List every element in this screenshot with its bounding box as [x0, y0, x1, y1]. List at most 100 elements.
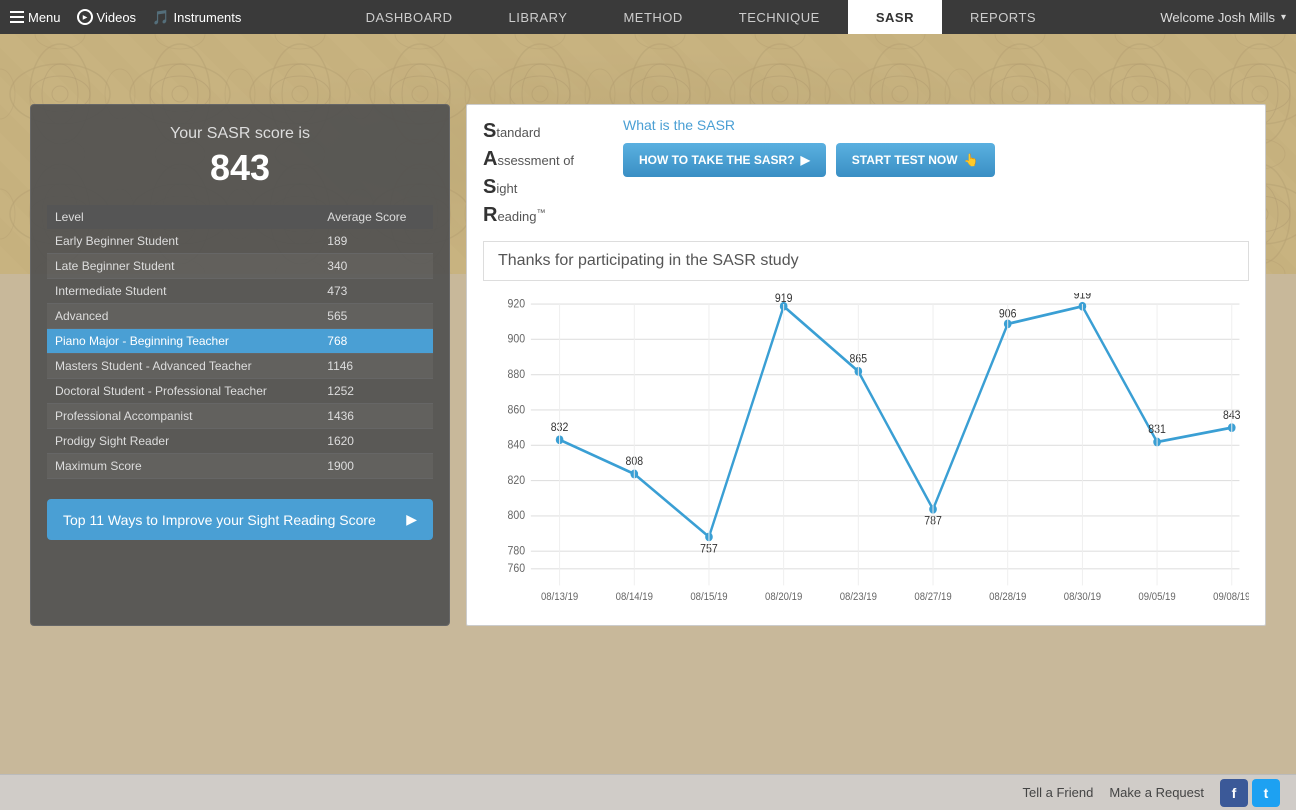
score-table: Level Average Score Early Beginner Stude…: [47, 205, 433, 479]
hamburger-icon: [10, 11, 24, 23]
col-score: Average Score: [319, 205, 433, 229]
menu-label: Menu: [28, 10, 61, 25]
score-cell: 1252: [319, 379, 433, 404]
svg-text:09/05/19: 09/05/19: [1138, 591, 1176, 603]
svg-text:900: 900: [508, 333, 526, 346]
svg-text:820: 820: [508, 474, 526, 487]
table-row: Early Beginner Student189: [47, 229, 433, 254]
nav-method[interactable]: METHOD: [595, 0, 710, 34]
svg-text:919: 919: [1074, 293, 1092, 302]
play-icon: ▶: [801, 153, 810, 167]
level-cell: Advanced: [47, 304, 319, 329]
svg-text:09/08/19: 09/08/19: [1213, 591, 1249, 603]
nav-right: Welcome Josh Mills ▾: [1160, 10, 1286, 25]
improve-button[interactable]: Top 11 Ways to Improve your Sight Readin…: [47, 499, 433, 540]
score-cell: 1620: [319, 429, 433, 454]
level-cell: Intermediate Student: [47, 279, 319, 304]
twitter-button[interactable]: t: [1252, 779, 1280, 807]
level-cell: Prodigy Sight Reader: [47, 429, 319, 454]
sasr-logo: Standard Assessment of Sight Reading™: [483, 117, 603, 229]
tell-friend-link[interactable]: Tell a Friend: [1023, 785, 1094, 800]
level-cell: Early Beginner Student: [47, 229, 319, 254]
thanks-banner: Thanks for participating in the SASR stu…: [483, 241, 1249, 281]
nav-library[interactable]: LIBRARY: [481, 0, 596, 34]
what-is-link[interactable]: What is the SASR: [623, 117, 1249, 133]
table-row: Advanced565: [47, 304, 433, 329]
score-cell: 768: [319, 329, 433, 354]
instruments-icon: 🎵: [152, 9, 169, 26]
table-row: Professional Accompanist1436: [47, 404, 433, 429]
table-row: Maximum Score1900: [47, 454, 433, 479]
svg-text:780: 780: [508, 545, 526, 558]
level-cell: Piano Major - Beginning Teacher: [47, 329, 319, 354]
content-area: Your SASR score is 843 Level Average Sco…: [0, 54, 1296, 626]
table-row: Prodigy Sight Reader1620: [47, 429, 433, 454]
svg-text:920: 920: [508, 298, 526, 311]
svg-text:08/13/19: 08/13/19: [541, 591, 579, 603]
score-cell: 189: [319, 229, 433, 254]
twitter-icon: t: [1264, 785, 1269, 801]
nav-technique[interactable]: TECHNIQUE: [711, 0, 848, 34]
svg-text:08/28/19: 08/28/19: [989, 591, 1026, 603]
nav-sasr[interactable]: SASR: [848, 0, 942, 34]
right-panel: Standard Assessment of Sight Reading™ Wh…: [466, 104, 1266, 626]
svg-text:800: 800: [508, 510, 526, 523]
instruments-label: Instruments: [173, 10, 241, 25]
menu-button[interactable]: Menu: [10, 10, 61, 25]
how-label: HOW TO TAKE THE SASR?: [639, 153, 795, 167]
nav-dashboard[interactable]: DASHBOARD: [338, 0, 481, 34]
svg-text:08/20/19: 08/20/19: [765, 591, 803, 603]
videos-button[interactable]: Videos: [77, 9, 137, 25]
nav-left: Menu Videos 🎵 Instruments: [10, 9, 241, 26]
svg-text:08/15/19: 08/15/19: [690, 591, 728, 603]
instruments-button[interactable]: 🎵 Instruments: [152, 9, 241, 26]
facebook-button[interactable]: f: [1220, 779, 1248, 807]
svg-text:860: 860: [508, 404, 526, 417]
score-cell: 473: [319, 279, 433, 304]
col-level: Level: [47, 205, 319, 229]
table-row: Late Beginner Student340: [47, 254, 433, 279]
level-cell: Maximum Score: [47, 454, 319, 479]
score-cell: 1146: [319, 354, 433, 379]
score-value: 843: [47, 147, 433, 189]
table-row: Intermediate Student473: [47, 279, 433, 304]
sasr-buttons: HOW TO TAKE THE SASR? ▶ START TEST NOW 👆: [623, 143, 1249, 177]
svg-text:08/23/19: 08/23/19: [840, 591, 878, 603]
table-row: Piano Major - Beginning Teacher768: [47, 329, 433, 354]
score-title: Your SASR score is: [47, 125, 433, 143]
score-cell: 340: [319, 254, 433, 279]
footer: Tell a Friend Make a Request f t: [0, 774, 1296, 810]
svg-text:919: 919: [775, 293, 793, 305]
nav-center: DASHBOARD LIBRARY METHOD TECHNIQUE SASR …: [241, 0, 1160, 34]
level-cell: Professional Accompanist: [47, 404, 319, 429]
arrow-icon: ▶: [406, 511, 417, 528]
start-test-button[interactable]: START TEST NOW 👆: [836, 143, 995, 177]
score-cell: 1900: [319, 454, 433, 479]
chart-svg: 920 900 880 860 840 820 800 780 760: [483, 293, 1249, 613]
sasr-info: What is the SASR HOW TO TAKE THE SASR? ▶…: [623, 117, 1249, 177]
score-cell: 565: [319, 304, 433, 329]
videos-label: Videos: [97, 10, 137, 25]
svg-text:760: 760: [508, 563, 526, 576]
svg-text:840: 840: [508, 439, 526, 452]
how-to-take-button[interactable]: HOW TO TAKE THE SASR? ▶: [623, 143, 826, 177]
thanks-text: Thanks for participating in the SASR stu…: [498, 252, 799, 269]
facebook-icon: f: [1232, 785, 1237, 801]
nav-reports[interactable]: REPORTS: [942, 0, 1064, 34]
footer-social: f t: [1220, 779, 1280, 807]
chart-container: 920 900 880 860 840 820 800 780 760: [483, 293, 1249, 613]
improve-label: Top 11 Ways to Improve your Sight Readin…: [63, 512, 376, 528]
table-row: Doctoral Student - Professional Teacher1…: [47, 379, 433, 404]
svg-text:880: 880: [508, 368, 526, 381]
table-row: Masters Student - Advanced Teacher1146: [47, 354, 433, 379]
start-label: START TEST NOW: [852, 153, 958, 167]
make-request-link[interactable]: Make a Request: [1109, 785, 1204, 800]
sasr-header: Standard Assessment of Sight Reading™ Wh…: [483, 117, 1249, 229]
level-cell: Doctoral Student - Professional Teacher: [47, 379, 319, 404]
left-panel: Your SASR score is 843 Level Average Sco…: [30, 104, 450, 626]
svg-text:08/27/19: 08/27/19: [914, 591, 952, 603]
cursor-icon: 👆: [964, 153, 979, 167]
chevron-down-icon[interactable]: ▾: [1281, 12, 1286, 23]
svg-text:08/14/19: 08/14/19: [616, 591, 654, 603]
level-cell: Late Beginner Student: [47, 254, 319, 279]
